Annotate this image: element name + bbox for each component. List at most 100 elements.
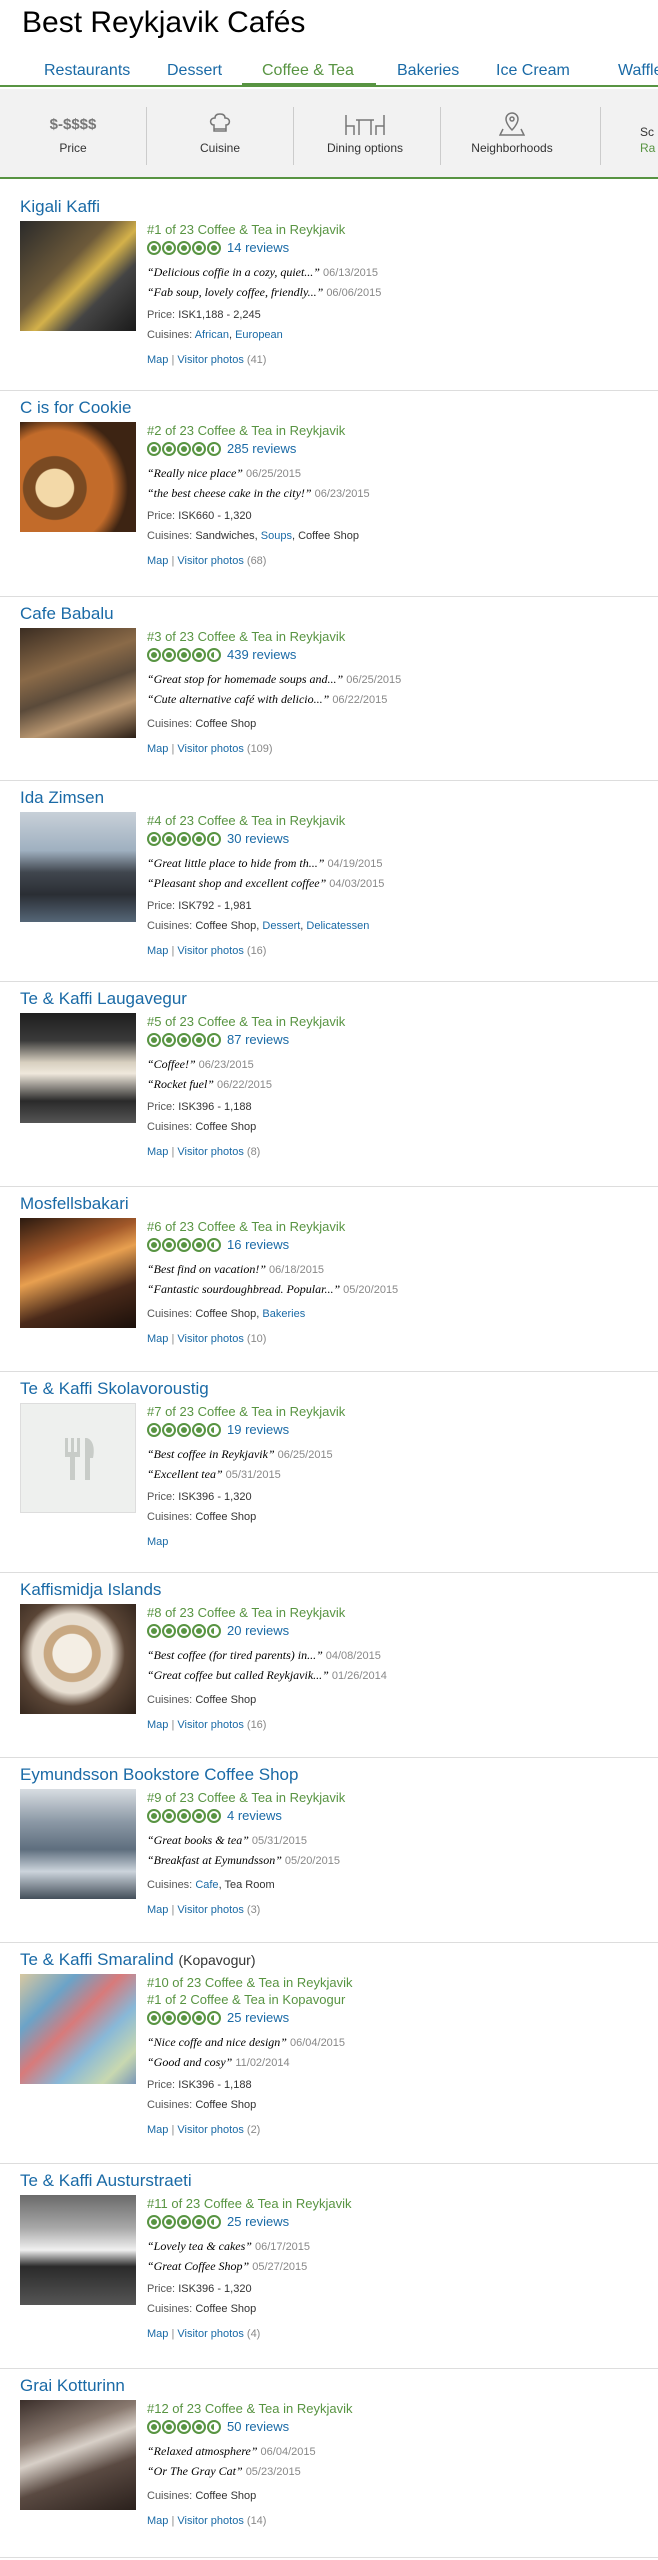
listing-name-text[interactable]: Kigali Kaffi (20, 197, 100, 216)
review-quote[interactable]: “Good and cosy” 11/02/2014 (147, 2053, 647, 2073)
review-quote-text[interactable]: “Relaxed atmosphere” (147, 2444, 258, 2458)
listing-rank[interactable]: #1 of 23 Coffee & Tea in Reykjavik (147, 221, 647, 238)
visitor-photos-link[interactable]: Visitor photos (177, 354, 243, 366)
listing-rank[interactable]: #5 of 23 Coffee & Tea in Reykjavik (147, 1013, 647, 1030)
visitor-photos-link[interactable]: Visitor photos (177, 1146, 243, 1158)
map-link[interactable]: Map (147, 2515, 168, 2527)
review-quote-text[interactable]: “Best coffee in Reykjavik” (147, 1447, 275, 1461)
review-quote[interactable]: “Relaxed atmosphere” 06/04/2015 (147, 2442, 647, 2462)
review-quote-text[interactable]: “Cute alternative café with delicio...” (147, 692, 329, 706)
tab-bakeries[interactable]: Bakeries (397, 62, 459, 80)
listing-rank[interactable]: #4 of 23 Coffee & Tea in Reykjavik (147, 812, 647, 829)
review-quote[interactable]: “Cute alternative café with delicio...” 0… (147, 690, 647, 710)
review-quote-text[interactable]: “Or The Gray Cat” (147, 2464, 243, 2478)
review-quote[interactable]: “Best find on vacation!” 06/18/2015 (147, 1260, 647, 1280)
review-quote[interactable]: “Or The Gray Cat” 05/23/2015 (147, 2462, 647, 2482)
tab-ice-cream[interactable]: Ice Cream (496, 62, 570, 80)
review-quote-text[interactable]: “Breakfast at Eymundsson” (147, 1853, 282, 1867)
review-quote-text[interactable]: “Pleasant shop and excellent coffee” (147, 876, 326, 890)
review-quote[interactable]: “Fab soup, lovely coffee, friendly...” 06… (147, 283, 647, 303)
review-quote[interactable]: “the best cheese cake in the city!” 06/23… (147, 484, 647, 504)
listing-name-text[interactable]: Mosfellsbakari (20, 1194, 129, 1213)
review-quote[interactable]: “Great little place to hide from th...” 0… (147, 854, 647, 874)
reviews-link[interactable]: 4 reviews (227, 1808, 282, 1823)
listing-photo[interactable] (20, 2400, 136, 2510)
review-quote[interactable]: “Great books & tea” 05/31/2015 (147, 1831, 647, 1851)
review-quote-text[interactable]: “the best cheese cake in the city!” (147, 486, 312, 500)
review-quote-text[interactable]: “Fab soup, lovely coffee, friendly...” (147, 285, 323, 299)
listing-rank[interactable]: #6 of 23 Coffee & Tea in Reykjavik (147, 1218, 647, 1235)
review-quote-text[interactable]: “Great books & tea” (147, 1833, 249, 1847)
listing-photo[interactable] (20, 812, 136, 922)
filter-cuisine[interactable]: Cuisine (165, 89, 275, 179)
map-link[interactable]: Map (147, 743, 168, 755)
map-link[interactable]: Map (147, 1719, 168, 1731)
listing-name[interactable]: Cafe Babalu (20, 604, 114, 624)
listing-photo[interactable] (20, 1604, 136, 1714)
listing-photo[interactable] (20, 628, 136, 738)
review-quote-text[interactable]: “Great little place to hide from th...” (147, 856, 324, 870)
listing-rank[interactable]: #12 of 23 Coffee & Tea in Reykjavik (147, 2400, 647, 2417)
listing-rank[interactable]: #10 of 23 Coffee & Tea in Reykjavik (147, 1974, 647, 1991)
review-quote[interactable]: “Nice coffe and nice design” 06/04/2015 (147, 2033, 647, 2053)
listing-rank[interactable]: #9 of 23 Coffee & Tea in Reykjavik (147, 1789, 647, 1806)
listing-rank[interactable]: #3 of 23 Coffee & Tea in Reykjavik (147, 628, 647, 645)
review-quote[interactable]: “Best coffee in Reykjavik” 06/25/2015 (147, 1445, 647, 1465)
listing-name-text[interactable]: Te & Kaffi Skolavoroustig (20, 1379, 209, 1398)
review-quote[interactable]: “Breakfast at Eymundsson” 05/20/2015 (147, 1851, 647, 1871)
review-quote[interactable]: “Great coffee but called Reykjavik...” 01… (147, 1666, 647, 1686)
visitor-photos-link[interactable]: Visitor photos (177, 743, 243, 755)
map-link[interactable]: Map (147, 2124, 168, 2136)
cuisine-link[interactable]: Soups (261, 530, 292, 542)
map-link[interactable]: Map (147, 1146, 168, 1158)
listing-name[interactable]: Te & Kaffi Skolavoroustig (20, 1379, 209, 1399)
review-quote-text[interactable]: “Best find on vacation!” (147, 1262, 266, 1276)
reviews-link[interactable]: 20 reviews (227, 1623, 289, 1638)
tab-coffee-tea[interactable]: Coffee & Tea (262, 62, 354, 80)
review-quote-text[interactable]: “Coffee!” (147, 1057, 196, 1071)
reviews-link[interactable]: 439 reviews (227, 647, 296, 662)
listing-photo[interactable] (20, 2195, 136, 2305)
filter-sort[interactable]: Sc Ra (640, 89, 658, 179)
review-quote[interactable]: “Lovely tea & cakes” 06/17/2015 (147, 2237, 647, 2257)
review-quote-text[interactable]: “Fantastic sourdoughbread. Popular...” (147, 1282, 340, 1296)
reviews-link[interactable]: 25 reviews (227, 2010, 289, 2025)
filter-price[interactable]: $-$$$$ Price (18, 89, 128, 179)
cuisine-link[interactable]: European (235, 329, 283, 341)
listing-photo[interactable] (20, 422, 136, 532)
map-link[interactable]: Map (147, 1904, 168, 1916)
cuisine-link[interactable]: Bakeries (262, 1308, 305, 1320)
listing-rank[interactable]: #8 of 23 Coffee & Tea in Reykjavik (147, 1604, 647, 1621)
map-link[interactable]: Map (147, 354, 168, 366)
cuisine-link[interactable]: Cafe (195, 1879, 218, 1891)
listing-name-text[interactable]: Te & Kaffi Smaralind (20, 1950, 174, 1969)
map-link[interactable]: Map (147, 1536, 168, 1548)
review-quote-text[interactable]: “Best coffee (for tired parents) in...” (147, 1648, 323, 1662)
reviews-link[interactable]: 25 reviews (227, 2214, 289, 2229)
review-quote[interactable]: “Coffee!” 06/23/2015 (147, 1055, 647, 1075)
listing-name-text[interactable]: Te & Kaffi Laugavegur (20, 989, 187, 1008)
reviews-link[interactable]: 30 reviews (227, 831, 289, 846)
listing-name[interactable]: Te & Kaffi Laugavegur (20, 989, 187, 1009)
tab-waffle[interactable]: Waffle (618, 62, 658, 80)
review-quote[interactable]: “Fantastic sourdoughbread. Popular...” 05… (147, 1280, 647, 1300)
review-quote[interactable]: “Pleasant shop and excellent coffee” 04/0… (147, 874, 647, 894)
visitor-photos-link[interactable]: Visitor photos (177, 1904, 243, 1916)
listing-name[interactable]: Mosfellsbakari (20, 1194, 129, 1214)
tab-restaurants[interactable]: Restaurants (44, 62, 130, 80)
listing-name-text[interactable]: Kaffismidja Islands (20, 1580, 161, 1599)
listing-name-text[interactable]: Ida Zimsen (20, 788, 104, 807)
review-quote[interactable]: “Best coffee (for tired parents) in...” 0… (147, 1646, 647, 1666)
cuisine-link[interactable]: Dessert (262, 920, 300, 932)
listing-name-text[interactable]: C is for Cookie (20, 398, 131, 417)
review-quote[interactable]: “Great Coffee Shop” 05/27/2015 (147, 2257, 647, 2277)
review-quote-text[interactable]: “Excellent tea” (147, 1467, 223, 1481)
listing-name[interactable]: Te & Kaffi Smaralind (Kopavogur) (20, 1950, 256, 1970)
listing-photo-placeholder[interactable] (20, 1403, 136, 1513)
visitor-photos-link[interactable]: Visitor photos (177, 1333, 243, 1345)
visitor-photos-link[interactable]: Visitor photos (177, 1719, 243, 1731)
reviews-link[interactable]: 14 reviews (227, 240, 289, 255)
listing-name[interactable]: Eymundsson Bookstore Coffee Shop (20, 1765, 298, 1785)
visitor-photos-link[interactable]: Visitor photos (177, 2515, 243, 2527)
listing-photo[interactable] (20, 221, 136, 331)
